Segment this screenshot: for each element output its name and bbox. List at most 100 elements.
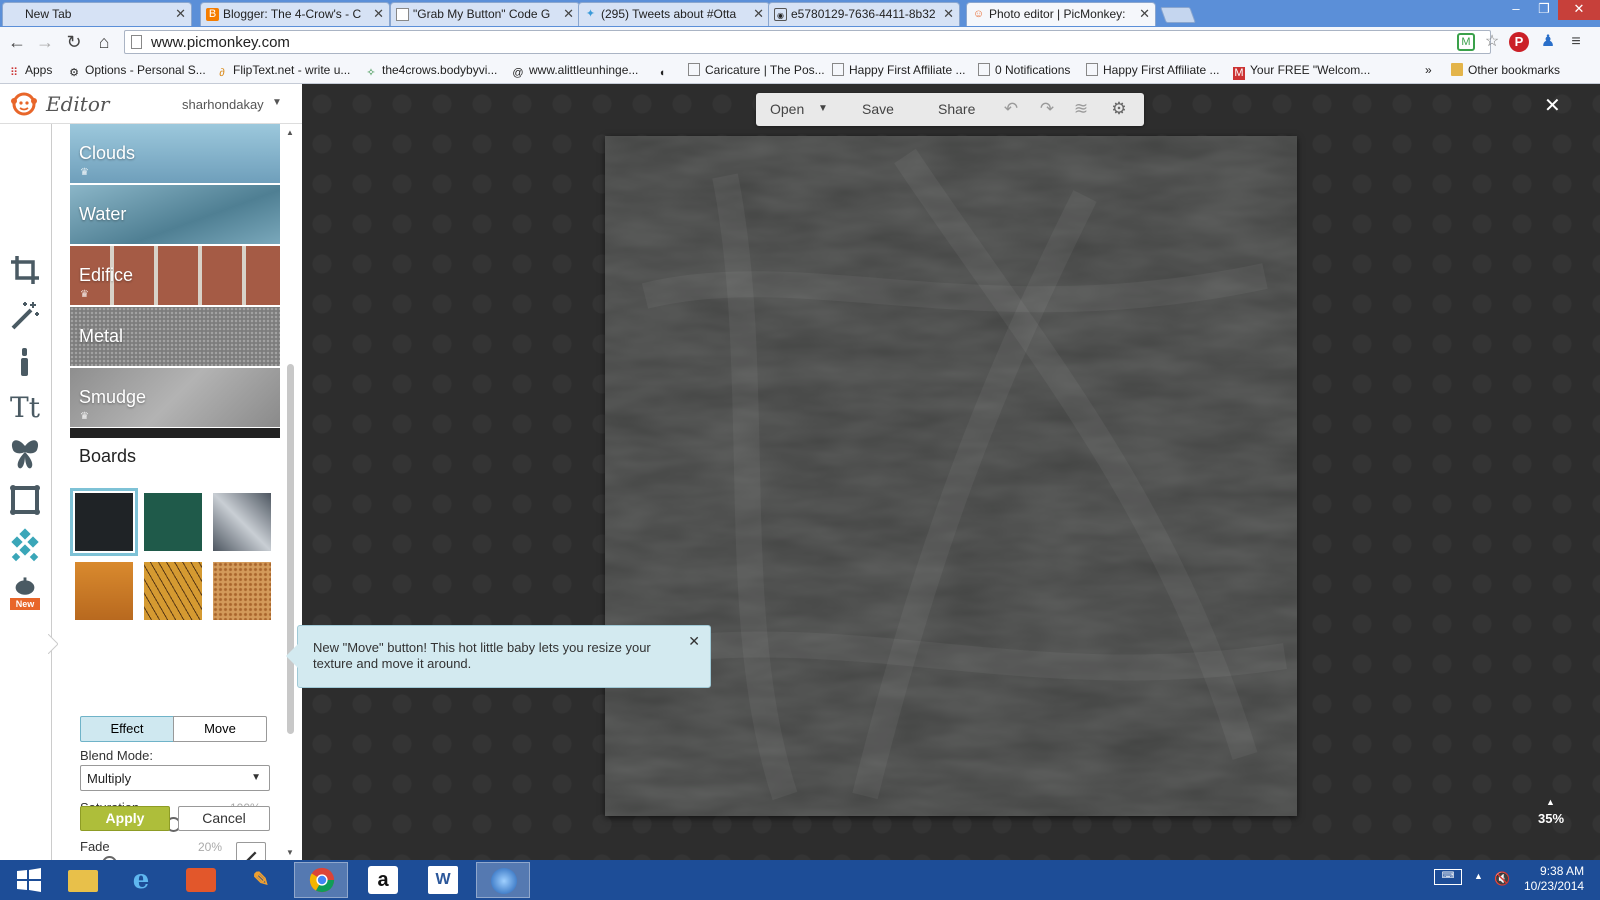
- browser-tab[interactable]: ◉ e5780129-7636-4411-8b32 ✕: [768, 2, 960, 26]
- restore-window-button[interactable]: ❐: [1530, 0, 1558, 20]
- close-tab-icon[interactable]: ✕: [563, 6, 574, 22]
- word-icon[interactable]: W: [416, 862, 470, 898]
- texture-smudge[interactable]: Smudge ♛: [70, 368, 280, 427]
- menu-icon[interactable]: ≡: [1565, 31, 1587, 53]
- redo-icon[interactable]: ↷: [1036, 98, 1058, 120]
- move-tab[interactable]: Move: [173, 716, 267, 742]
- butterfly-overlays-icon[interactable]: [7, 436, 43, 472]
- address-bar[interactable]: www.picmonkey.com: [124, 30, 1491, 54]
- board-thumb-chalkboard-green[interactable]: [144, 493, 202, 551]
- open-button[interactable]: Open: [770, 101, 804, 117]
- home-icon[interactable]: ⌂: [93, 31, 115, 53]
- panel-scrollbar[interactable]: ▲ ▼: [281, 124, 302, 860]
- texture-edifice[interactable]: Edifice ♛: [70, 246, 280, 305]
- blend-mode-select[interactable]: Multiply ▼: [80, 765, 270, 791]
- close-window-button[interactable]: ✕: [1558, 0, 1600, 20]
- bookmark-item[interactable]: ∂ FlipText.net - write u...: [216, 63, 350, 80]
- gear-icon[interactable]: ⚙: [1108, 98, 1130, 120]
- bookmark-item[interactable]: ✧ the4crows.bodybyvi...: [365, 63, 497, 80]
- browser-tab[interactable]: "Grab My Button" Code G ✕: [390, 2, 580, 26]
- clock-date: 10/23/2014: [1524, 879, 1585, 893]
- bookmark-item[interactable]: 0 Notifications: [978, 63, 1070, 77]
- textures-icon[interactable]: [7, 528, 43, 564]
- close-tab-icon[interactable]: ✕: [373, 6, 384, 22]
- scroll-up-arrow-icon[interactable]: ▲: [286, 128, 294, 137]
- frames-icon[interactable]: [7, 482, 43, 518]
- office-icon[interactable]: [174, 862, 228, 898]
- close-tab-icon[interactable]: ✕: [943, 6, 954, 22]
- volume-muted-icon[interactable]: 🔇: [1494, 871, 1510, 887]
- bookmark-item[interactable]: Happy First Affiliate ...: [832, 63, 966, 77]
- shield-extension-icon[interactable]: M: [1457, 33, 1475, 51]
- board-thumb-chalk-scribble[interactable]: [213, 493, 271, 551]
- board-thumb-twig-orange[interactable]: [144, 562, 202, 620]
- chalkboard-texture: [605, 136, 1297, 816]
- zoom-level[interactable]: 35%: [1538, 811, 1564, 826]
- chevron-down-icon[interactable]: ▼: [818, 103, 828, 114]
- layers-icon[interactable]: ≋: [1070, 98, 1092, 120]
- minimize-window-button[interactable]: ‒: [1502, 0, 1530, 20]
- bookmark-item[interactable]: Caricature | The Pos...: [688, 63, 825, 77]
- keyboard-icon[interactable]: ⌨: [1434, 869, 1462, 885]
- media-icon[interactable]: [476, 862, 530, 898]
- close-tab-icon[interactable]: ✕: [175, 6, 186, 22]
- save-button[interactable]: Save: [862, 101, 894, 117]
- text-tool-icon[interactable]: Tt: [7, 390, 43, 426]
- bookmark-item[interactable]: Happy First Affiliate ...: [1086, 63, 1220, 77]
- reload-icon[interactable]: ↻: [63, 31, 85, 53]
- system-clock[interactable]: 9:38 AM 10/23/2014: [1524, 864, 1584, 894]
- board-thumb-chalkboard-black[interactable]: [70, 488, 138, 556]
- scrollbar-thumb[interactable]: [287, 364, 294, 734]
- magic-wand-icon[interactable]: [7, 298, 43, 334]
- photo-canvas[interactable]: [605, 136, 1297, 816]
- effect-tab[interactable]: Effect: [80, 716, 174, 742]
- windows-start-icon[interactable]: [2, 862, 56, 898]
- other-bookmarks[interactable]: Other bookmarks: [1451, 63, 1560, 77]
- touch-up-brush-icon[interactable]: [7, 344, 43, 380]
- board-thumb-cork[interactable]: [213, 562, 271, 620]
- bookmark-item[interactable]: M Your FREE "Welcom...: [1233, 63, 1370, 80]
- cancel-button[interactable]: Cancel: [178, 806, 270, 831]
- browser-tab[interactable]: New Tab ✕: [2, 2, 192, 26]
- picmonkey-logo-icon[interactable]: [9, 88, 39, 118]
- texture-metal[interactable]: Metal: [70, 307, 280, 366]
- texture-clouds[interactable]: Clouds ♛: [70, 124, 280, 183]
- new-tab-button[interactable]: [1160, 7, 1196, 23]
- internet-explorer-icon[interactable]: e: [114, 862, 168, 898]
- crop-icon[interactable]: [7, 252, 43, 288]
- sketch-app-icon[interactable]: ✎: [234, 862, 288, 898]
- browser-tab-active[interactable]: ☺ Photo editor | PicMonkey: ✕: [966, 2, 1156, 26]
- share-button[interactable]: Share: [938, 101, 975, 117]
- bookmark-item[interactable]: ⚙ Options - Personal S...: [68, 63, 206, 80]
- user-extension-icon[interactable]: ♟: [1537, 31, 1559, 53]
- close-editor-icon[interactable]: ✕: [1544, 93, 1561, 118]
- bookmark-item[interactable]: @ www.alittleunhinge...: [512, 63, 638, 80]
- bookmarks-overflow-button[interactable]: »: [1425, 63, 1432, 77]
- texture-water[interactable]: Water: [70, 185, 280, 244]
- back-arrow-icon[interactable]: ←: [6, 31, 28, 53]
- new-theme-tool[interactable]: New: [7, 576, 43, 612]
- editor-header: Editor sharhondakay ▼: [0, 84, 302, 124]
- forward-arrow-icon[interactable]: →: [34, 31, 56, 53]
- browser-tab[interactable]: ✦ (295) Tweets about #Otta ✕: [578, 2, 770, 26]
- close-tab-icon[interactable]: ✕: [753, 6, 764, 22]
- chrome-icon[interactable]: [294, 862, 348, 898]
- bookmark-star-icon[interactable]: ☆: [1481, 31, 1503, 53]
- scroll-down-arrow-icon[interactable]: ▼: [286, 848, 294, 857]
- close-tab-icon[interactable]: ✕: [1139, 6, 1150, 22]
- show-hidden-icons-icon[interactable]: ▲: [1474, 871, 1483, 881]
- bookmark-item[interactable]: ◖: [656, 63, 673, 80]
- chevron-down-icon[interactable]: ▼: [272, 97, 282, 108]
- browser-tab[interactable]: B Blogger: The 4-Crow's - C ✕: [200, 2, 390, 26]
- paint-brush-button[interactable]: [236, 842, 266, 860]
- pinterest-icon[interactable]: P: [1509, 32, 1529, 52]
- close-icon[interactable]: ✕: [688, 633, 700, 650]
- zoom-up-arrow-icon[interactable]: ▲: [1546, 797, 1555, 807]
- board-thumb-orange-rust[interactable]: [75, 562, 133, 620]
- apply-button-visible[interactable]: Apply: [80, 806, 170, 831]
- amazon-icon[interactable]: a: [356, 862, 410, 898]
- undo-icon[interactable]: ↶: [1000, 98, 1022, 120]
- user-menu[interactable]: sharhondakay: [182, 97, 264, 112]
- file-explorer-icon[interactable]: [56, 862, 110, 898]
- bookmark-apps[interactable]: ⠿ Apps: [8, 63, 52, 80]
